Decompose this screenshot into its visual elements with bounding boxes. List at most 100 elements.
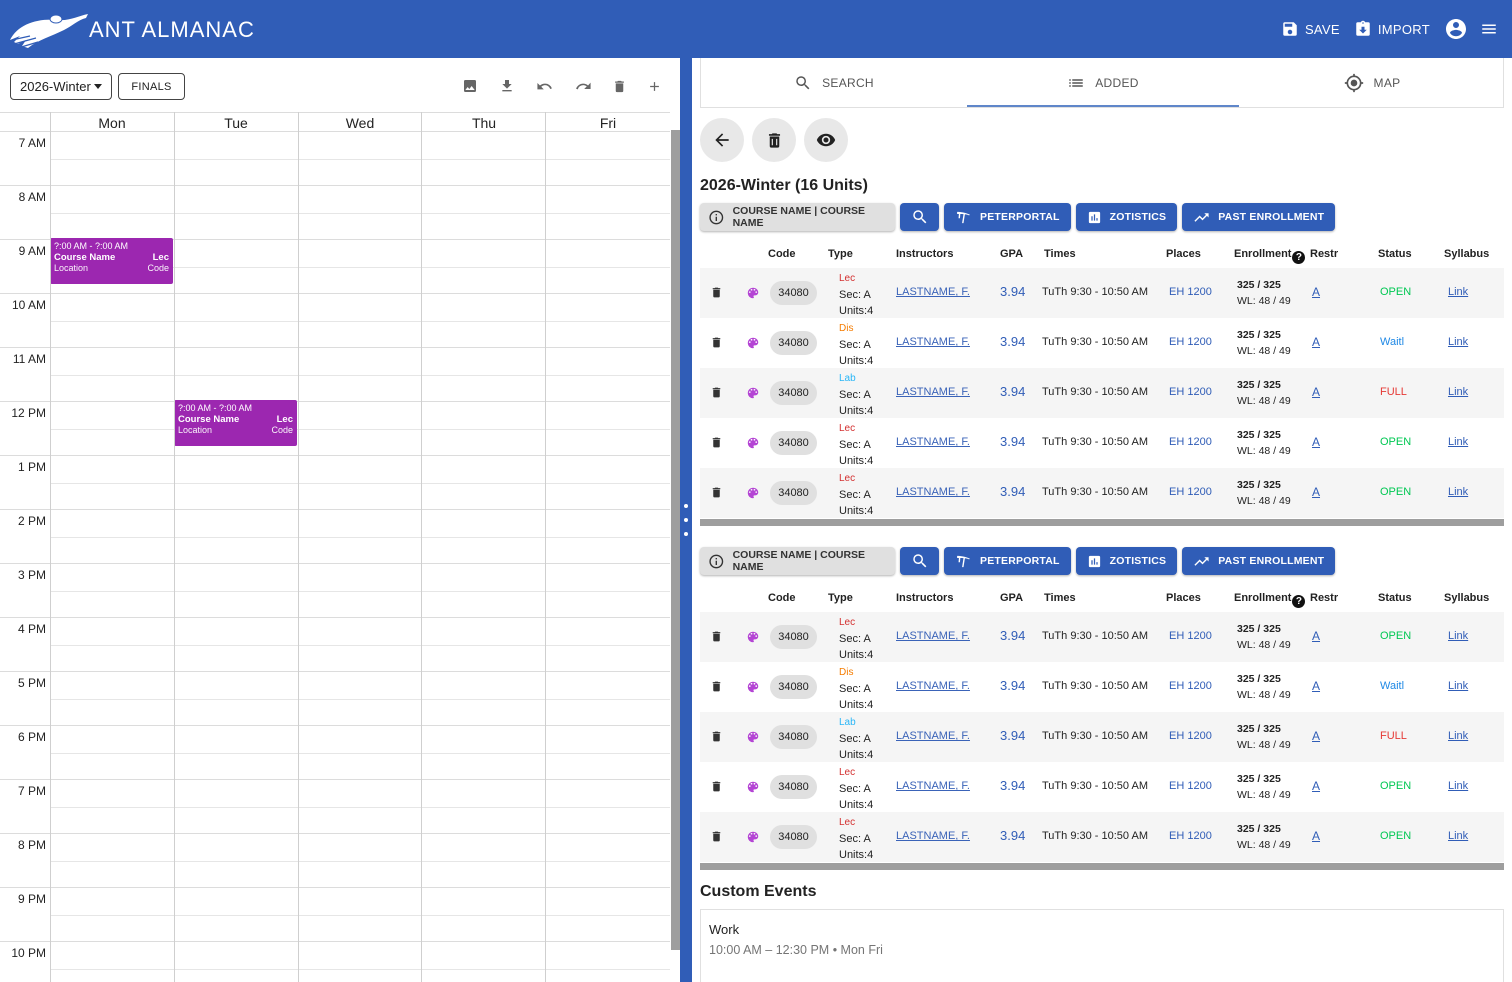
restriction-link[interactable]: A <box>1312 629 1320 643</box>
help-icon[interactable]: ? <box>1292 595 1306 608</box>
table-scrollbar[interactable] <box>700 519 1504 526</box>
gpa-value[interactable]: 3.94 <box>1000 434 1025 449</box>
gpa-value[interactable]: 3.94 <box>1000 484 1025 499</box>
calendar-event[interactable]: ?:00 AM - ?:00 AM Course Name Lec Locatio… <box>174 400 297 446</box>
delete-schedule-button[interactable] <box>752 118 796 162</box>
section-code-chip[interactable]: 34080 <box>770 381 817 405</box>
course-info-button[interactable]: COURSE NAME | COURSE NAME <box>700 547 895 575</box>
anteater-logo-icon[interactable] <box>8 10 90 50</box>
save-button[interactable]: SAVE <box>1281 20 1340 38</box>
section-code-chip[interactable]: 34080 <box>770 625 817 649</box>
section-code-chip[interactable]: 34080 <box>770 725 817 749</box>
color-picker-button[interactable] <box>746 830 760 844</box>
course-search-button[interactable] <box>900 203 939 231</box>
remove-section-button[interactable] <box>710 386 723 399</box>
syllabus-link[interactable]: Link <box>1448 730 1468 742</box>
tab-added[interactable]: ADDED <box>967 58 1239 108</box>
screenshot-button[interactable] <box>461 77 479 95</box>
gpa-value[interactable]: 3.94 <box>1000 778 1025 793</box>
syllabus-link[interactable]: Link <box>1448 486 1468 498</box>
syllabus-link[interactable]: Link <box>1448 336 1468 348</box>
section-code-chip[interactable]: 34080 <box>770 775 817 799</box>
past-enrollment-button[interactable]: PAST ENROLLMENT <box>1182 203 1336 231</box>
color-picker-button[interactable] <box>746 780 760 794</box>
add-button[interactable] <box>645 77 663 95</box>
section-code-chip[interactable]: 34080 <box>770 675 817 699</box>
remove-section-button[interactable] <box>710 286 723 299</box>
remove-section-button[interactable] <box>710 486 723 499</box>
gpa-value[interactable]: 3.94 <box>1000 728 1025 743</box>
term-select[interactable]: 2026-Winter <box>10 73 112 100</box>
restriction-link[interactable]: A <box>1312 385 1320 399</box>
peterportal-button[interactable]: PETERPORTAL <box>944 547 1071 575</box>
color-picker-button[interactable] <box>746 436 760 450</box>
calendar-event[interactable]: ?:00 AM - ?:00 AM Course Name Lec Locatio… <box>50 238 173 284</box>
instructor-link[interactable]: LASTNAME, F. <box>896 730 970 742</box>
remove-section-button[interactable] <box>710 730 723 743</box>
undo-button[interactable] <box>535 77 553 95</box>
syllabus-link[interactable]: Link <box>1448 680 1468 692</box>
instructor-link[interactable]: LASTNAME, F. <box>896 486 970 498</box>
syllabus-link[interactable]: Link <box>1448 386 1468 398</box>
zotistics-button[interactable]: ZOTISTICS <box>1075 547 1178 575</box>
color-picker-button[interactable] <box>746 680 760 694</box>
syllabus-link[interactable]: Link <box>1448 780 1468 792</box>
section-code-chip[interactable]: 34080 <box>770 331 817 355</box>
gpa-value[interactable]: 3.94 <box>1000 384 1025 399</box>
calendar-grid[interactable]: 10 PM 9 PM 8 PM 7 PM 6 PM 5 PM 4 PM 3 PM 2 PM 1 P… <box>0 131 670 982</box>
redo-button[interactable] <box>574 77 592 95</box>
finals-button[interactable]: FINALS <box>118 73 185 100</box>
gpa-value[interactable]: 3.94 <box>1000 334 1025 349</box>
gpa-value[interactable]: 3.94 <box>1000 284 1025 299</box>
toggle-visibility-button[interactable] <box>804 118 848 162</box>
location-link[interactable]: EH 1200 <box>1169 830 1212 842</box>
remove-section-button[interactable] <box>710 680 723 693</box>
restriction-link[interactable]: A <box>1312 285 1320 299</box>
restriction-link[interactable]: A <box>1312 679 1320 693</box>
restriction-link[interactable]: A <box>1312 779 1320 793</box>
tab-search[interactable]: SEARCH <box>701 58 967 108</box>
location-link[interactable]: EH 1200 <box>1169 680 1212 692</box>
gpa-value[interactable]: 3.94 <box>1000 828 1025 843</box>
peterportal-button[interactable]: PETERPORTAL <box>944 203 1071 231</box>
zotistics-button[interactable]: ZOTISTICS <box>1075 203 1178 231</box>
tab-map[interactable]: MAP <box>1239 58 1505 108</box>
download-button[interactable] <box>498 77 516 95</box>
location-link[interactable]: EH 1200 <box>1169 780 1212 792</box>
location-link[interactable]: EH 1200 <box>1169 286 1212 298</box>
syllabus-link[interactable]: Link <box>1448 286 1468 298</box>
account-button[interactable] <box>1444 17 1468 41</box>
menu-button[interactable] <box>1480 20 1498 38</box>
location-link[interactable]: EH 1200 <box>1169 436 1212 448</box>
instructor-link[interactable]: LASTNAME, F. <box>896 336 970 348</box>
location-link[interactable]: EH 1200 <box>1169 630 1212 642</box>
instructor-link[interactable]: LASTNAME, F. <box>896 830 970 842</box>
restriction-link[interactable]: A <box>1312 335 1320 349</box>
color-picker-button[interactable] <box>746 336 760 350</box>
pane-resize-handle[interactable] <box>680 58 692 982</box>
table-scrollbar[interactable] <box>700 863 1504 870</box>
custom-event-card[interactable]: Work 10:00 AM – 12:30 PM • Mon Fri <box>700 909 1504 982</box>
location-link[interactable]: EH 1200 <box>1169 336 1212 348</box>
instructor-link[interactable]: LASTNAME, F. <box>896 680 970 692</box>
instructor-link[interactable]: LASTNAME, F. <box>896 436 970 448</box>
restriction-link[interactable]: A <box>1312 435 1320 449</box>
color-picker-button[interactable] <box>746 630 760 644</box>
location-link[interactable]: EH 1200 <box>1169 386 1212 398</box>
restriction-link[interactable]: A <box>1312 729 1320 743</box>
color-picker-button[interactable] <box>746 730 760 744</box>
color-picker-button[interactable] <box>746 386 760 400</box>
instructor-link[interactable]: LASTNAME, F. <box>896 780 970 792</box>
syllabus-link[interactable]: Link <box>1448 830 1468 842</box>
section-code-chip[interactable]: 34080 <box>770 825 817 849</box>
syllabus-link[interactable]: Link <box>1448 630 1468 642</box>
restriction-link[interactable]: A <box>1312 829 1320 843</box>
gpa-value[interactable]: 3.94 <box>1000 678 1025 693</box>
instructor-link[interactable]: LASTNAME, F. <box>896 630 970 642</box>
instructor-link[interactable]: LASTNAME, F. <box>896 386 970 398</box>
section-code-chip[interactable]: 34080 <box>770 431 817 455</box>
remove-section-button[interactable] <box>710 436 723 449</box>
import-button[interactable]: IMPORT <box>1354 20 1430 38</box>
color-picker-button[interactable] <box>746 486 760 500</box>
clear-schedule-button[interactable] <box>610 77 628 95</box>
